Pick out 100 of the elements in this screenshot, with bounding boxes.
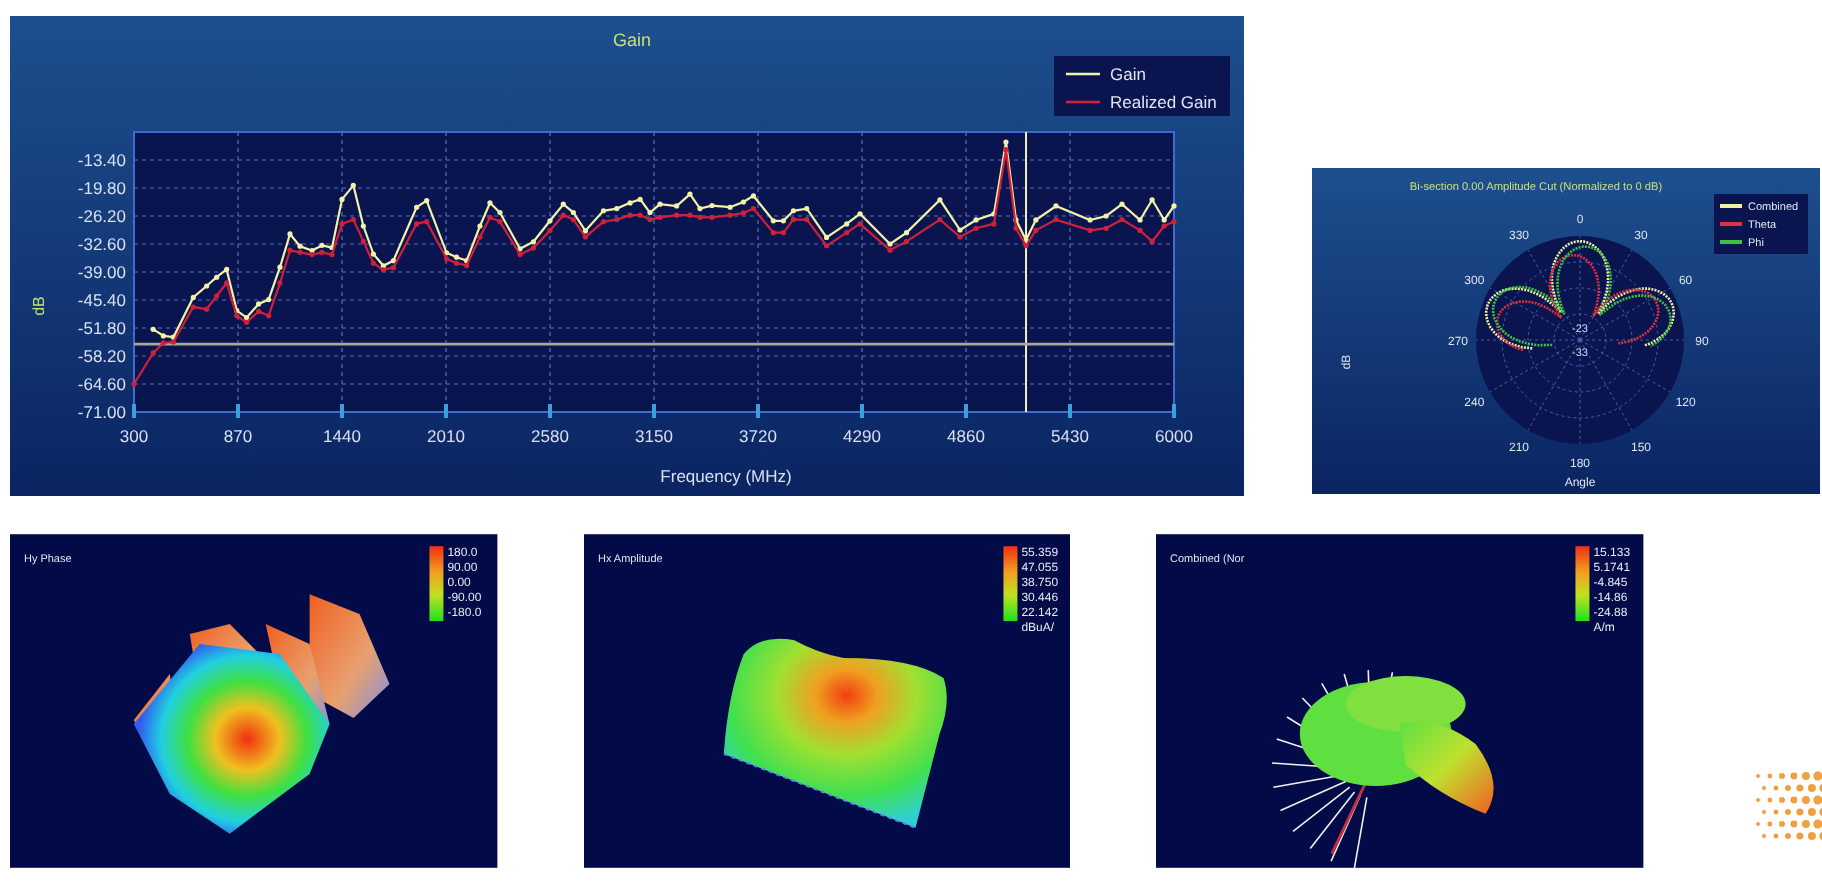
data-point: [287, 247, 293, 253]
data-point: [224, 266, 230, 272]
data-point: [1119, 201, 1125, 207]
data-point: [1137, 217, 1143, 223]
data-point: [360, 223, 366, 229]
y-tick-label: -71.00: [77, 402, 126, 422]
x-tick-mark: [1068, 404, 1072, 418]
color-scale-bar: [429, 546, 444, 622]
data-point: [547, 218, 553, 224]
y-tick-label: -13.40: [77, 150, 126, 170]
data-point: [131, 381, 137, 387]
x-tick-mark: [860, 404, 864, 418]
y-tick-label: -19.80: [77, 178, 126, 198]
data-point: [277, 264, 283, 270]
data-point: [1171, 203, 1177, 209]
data-point: [277, 280, 283, 286]
data-point: [857, 221, 863, 227]
data-point: [214, 293, 220, 299]
data-point: [657, 201, 663, 207]
data-point: [1137, 227, 1143, 234]
data-point: [600, 208, 607, 214]
data-point: [844, 230, 850, 236]
x-tick-mark: [236, 404, 240, 418]
data-point: [204, 306, 210, 312]
y-tick-label: -58.20: [77, 346, 126, 366]
legend-box: [1714, 194, 1808, 254]
data-point: [487, 200, 493, 206]
data-point: [770, 218, 776, 224]
cursor-line[interactable]: [1025, 131, 1028, 413]
data-point: [424, 198, 430, 204]
data-point: [1149, 197, 1155, 203]
y-tick-label: -45.40: [77, 290, 126, 310]
data-point: [477, 223, 483, 229]
data-point: [204, 283, 210, 289]
data-point: [750, 193, 757, 199]
x-tick-label: 870: [223, 426, 253, 446]
data-point: [214, 274, 220, 280]
legend-label: Realized Gain: [1110, 92, 1217, 112]
data-point: [750, 205, 757, 212]
data-point: [937, 197, 943, 203]
x-tick-label: 6000: [1155, 426, 1193, 446]
data-point: [614, 216, 620, 223]
data-point: [1171, 219, 1177, 225]
data-point: [547, 227, 553, 234]
x-tick-mark: [756, 404, 760, 418]
x-tick-label: 1440: [323, 426, 361, 446]
data-point: [350, 182, 356, 188]
x-tick-label: 5430: [1051, 426, 1089, 446]
x-axis-label: Frequency (MHz): [660, 466, 792, 486]
data-point: [424, 219, 430, 225]
chart-title: Gain: [613, 30, 651, 50]
x-tick-mark: [548, 404, 552, 418]
x-tick-mark: [964, 404, 968, 418]
data-point: [857, 211, 863, 217]
data-point: [674, 212, 680, 218]
x-tick-label: 4290: [843, 426, 881, 446]
data-point: [1053, 216, 1059, 223]
data-point: [780, 230, 786, 236]
y-axis-label: dB: [30, 296, 48, 316]
color-scale-bar: [1576, 546, 1591, 622]
x-tick-label: 300: [119, 426, 149, 446]
y-tick-label: -39.00: [77, 262, 126, 282]
data-point: [600, 219, 607, 225]
data-point: [1119, 216, 1125, 223]
data-point: [266, 296, 272, 303]
data-point: [497, 209, 503, 216]
data-point: [674, 203, 680, 209]
data-point: [360, 238, 366, 244]
data-point: [709, 202, 715, 209]
x-tick-label: 2010: [427, 426, 465, 446]
data-point: [1033, 217, 1039, 223]
x-tick-mark: [444, 404, 448, 418]
data-point: [414, 221, 420, 227]
data-point: [560, 212, 566, 218]
data-point: [780, 218, 786, 224]
data-point: [497, 219, 503, 225]
x-tick-mark: [1172, 404, 1176, 418]
y-tick-label: -26.20: [77, 206, 126, 226]
data-point: [740, 210, 746, 216]
data-point: [637, 212, 643, 218]
x-tick-label: 4860: [947, 426, 985, 446]
data-point: [627, 200, 633, 206]
data-point: [937, 216, 943, 223]
data-point: [287, 231, 293, 237]
legend-label: Gain: [1110, 64, 1146, 84]
data-point: [1087, 227, 1093, 234]
data-point: [1103, 225, 1109, 231]
data-point: [150, 326, 156, 332]
data-point: [1053, 203, 1059, 209]
data-point: [339, 221, 345, 227]
data-point: [740, 199, 746, 205]
data-point: [1149, 238, 1155, 244]
data-point: [560, 201, 566, 207]
y-tick-label: -51.80: [77, 318, 126, 338]
data-point: [687, 212, 693, 218]
y-tick-label: -32.60: [77, 234, 126, 254]
data-point: [487, 214, 493, 220]
data-point: [224, 280, 230, 286]
data-point: [370, 260, 376, 266]
data-point: [150, 350, 156, 356]
